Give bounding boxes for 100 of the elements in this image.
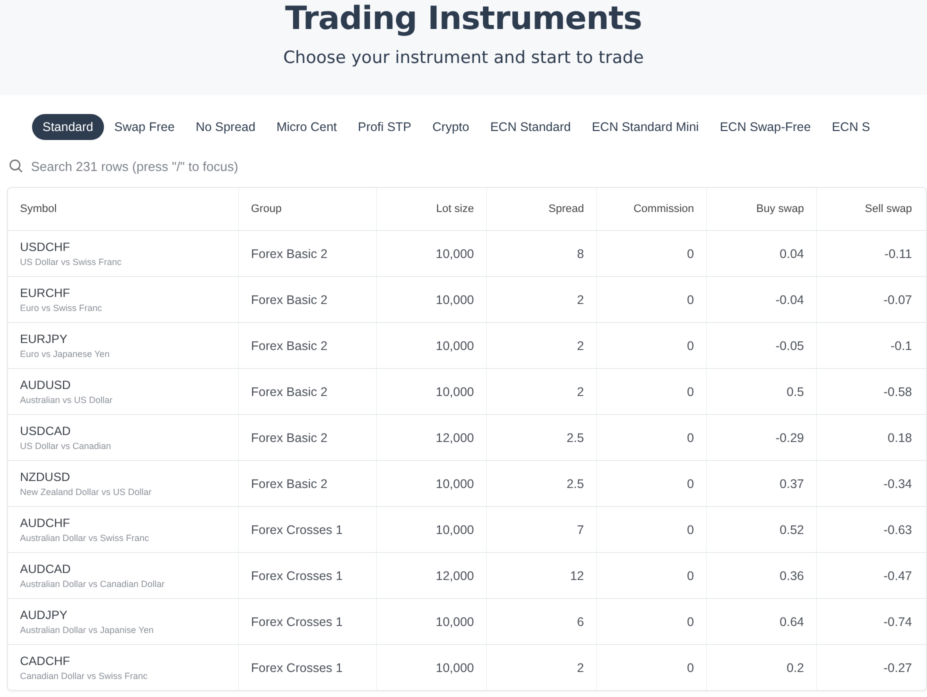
symbol-text: AUDJPY (20, 608, 68, 622)
table-cell: 0.04 (780, 246, 804, 260)
table-cell: 2.5 (566, 476, 584, 490)
table-cell: 0 (687, 660, 694, 674)
table-cell: 10,000 (436, 522, 474, 536)
table-cell: 0 (687, 246, 694, 260)
table-cell: 0 (687, 568, 694, 582)
column-header: Commission (633, 203, 694, 215)
symbol-text: EURCHF (20, 286, 71, 300)
table-cell: 0.5 (786, 384, 804, 398)
tab[interactable]: Micro Cent (266, 114, 348, 140)
column-header: Sell swap (864, 203, 912, 215)
table-cell: -0.74 (884, 614, 912, 628)
table-cell: 7 (577, 522, 584, 536)
table-cell: 12,000 (436, 430, 474, 444)
symbol-description: US Dollar vs Canadian (20, 441, 112, 451)
table-cell-text: Forex Crosses 1 (251, 568, 344, 582)
table-cell: 0.36 (780, 568, 804, 582)
table-cell: 10,000 (436, 338, 474, 352)
symbol-text: EURJPY (20, 332, 68, 346)
table-cell-text: Forex Crosses 1 (251, 614, 344, 628)
column-header: Lot size (436, 203, 474, 215)
tab[interactable]: ECN S (821, 114, 881, 140)
table-cell: 2 (577, 292, 584, 306)
table-cell-text: Forex Basic 2 (251, 476, 328, 490)
table-cell-text: Forex Basic 2 (251, 430, 328, 444)
tab[interactable]: Swap Free (104, 114, 186, 140)
tab[interactable]: Crypto (422, 114, 480, 140)
page-title: Trading Instruments (284, 0, 643, 36)
column-header: Symbol (20, 203, 58, 215)
table-cell: -0.27 (884, 660, 912, 674)
column-header: Group (251, 203, 283, 215)
tab[interactable]: No Spread (185, 114, 266, 140)
table-cell: -0.07 (884, 292, 912, 306)
symbol-description: US Dollar vs Swiss Franc (20, 257, 123, 267)
tab[interactable]: ECN Standard Mini (581, 114, 710, 140)
table-cell-text: Forex Basic 2 (251, 246, 328, 260)
symbol-text: USDCAD (20, 424, 72, 438)
table-cell: -0.05 (776, 338, 804, 352)
table-cell: 0 (687, 430, 694, 444)
table-cell: 10,000 (436, 246, 474, 260)
table-cell: 0 (687, 522, 694, 536)
table-cell: 8 (577, 246, 584, 260)
symbol-text: USDCHF (20, 240, 71, 254)
tab[interactable]: Profi STP (347, 114, 422, 140)
symbol-description: Canadian Dollar vs Swiss Franc (20, 671, 149, 681)
table-cell: 0.37 (780, 476, 804, 490)
table-cell: -0.29 (776, 430, 804, 444)
table-cell: 2.5 (566, 430, 584, 444)
table-cell: -0.47 (884, 568, 912, 582)
table-cell: -0.58 (884, 384, 912, 398)
table-cell: 0.52 (780, 522, 804, 536)
table-cell: 0.64 (780, 614, 804, 628)
table-cell: -0.11 (884, 246, 912, 260)
table-cell: 2 (577, 384, 584, 398)
search-icon (9, 159, 23, 173)
symbol-text: AUDCHF (20, 516, 71, 530)
table-cell: 0.18 (888, 430, 912, 444)
table-cell: 10,000 (436, 660, 474, 674)
table-cell: -0.34 (884, 476, 912, 490)
symbol-description: Euro vs Swiss Franc (20, 303, 104, 313)
table-cell: -0.04 (776, 292, 804, 306)
symbol-text: NZDUSD (20, 470, 71, 484)
table-cell-text: Forex Crosses 1 (251, 522, 344, 536)
tab[interactable]: ECN Standard (480, 114, 582, 140)
table-cell: 2 (577, 338, 584, 352)
page-subtitle: Choose your instrument and start to trade (282, 48, 645, 68)
symbol-description: New Zealand Dollar vs US Dollar (20, 487, 153, 497)
table-cell: -0.1 (890, 338, 912, 352)
table-cell: 10,000 (436, 614, 474, 628)
table-cell: 0 (687, 338, 694, 352)
table-cell: 0 (687, 476, 694, 490)
table-cell: 0 (687, 384, 694, 398)
table-cell: -0.63 (884, 522, 912, 536)
symbol-text: AUDCAD (20, 562, 72, 576)
search-field[interactable]: Search 231 rows (press "/" to focus) (31, 158, 331, 174)
table-cell-text: Forex Basic 2 (251, 384, 328, 398)
table-cell: 0 (687, 614, 694, 628)
table-cell: 12,000 (436, 568, 474, 582)
table-cell-text: Forex Crosses 1 (251, 660, 344, 674)
symbol-description: Australian vs US Dollar (20, 395, 114, 405)
symbol-description: Australian Dollar vs Swiss Franc (20, 533, 150, 543)
table-cell: 10,000 (436, 476, 474, 490)
table-cell: 10,000 (436, 292, 474, 306)
table-cell-text: Forex Basic 2 (251, 292, 328, 306)
table-cell: 2 (577, 660, 584, 674)
symbol-description: Australian Dollar vs Canadian Dollar (20, 579, 166, 589)
table-cell-text: Forex Basic 2 (251, 338, 328, 352)
tab[interactable]: ECN Swap-Free (709, 114, 822, 140)
table-cell: 0 (687, 292, 694, 306)
symbol-description: Euro vs Japanese Yen (20, 349, 111, 359)
symbol-text: AUDUSD (20, 378, 72, 392)
table-cell: 10,000 (436, 384, 474, 398)
tab[interactable]: Standard (32, 114, 104, 140)
column-header: Spread (548, 203, 584, 215)
table-cell: 0.2 (786, 660, 804, 674)
symbol-description: Australian Dollar vs Japanise Yen (20, 625, 155, 635)
symbol-text: CADCHF (20, 654, 71, 668)
table-cell: 6 (577, 614, 584, 628)
column-header: Buy swap (756, 203, 804, 215)
